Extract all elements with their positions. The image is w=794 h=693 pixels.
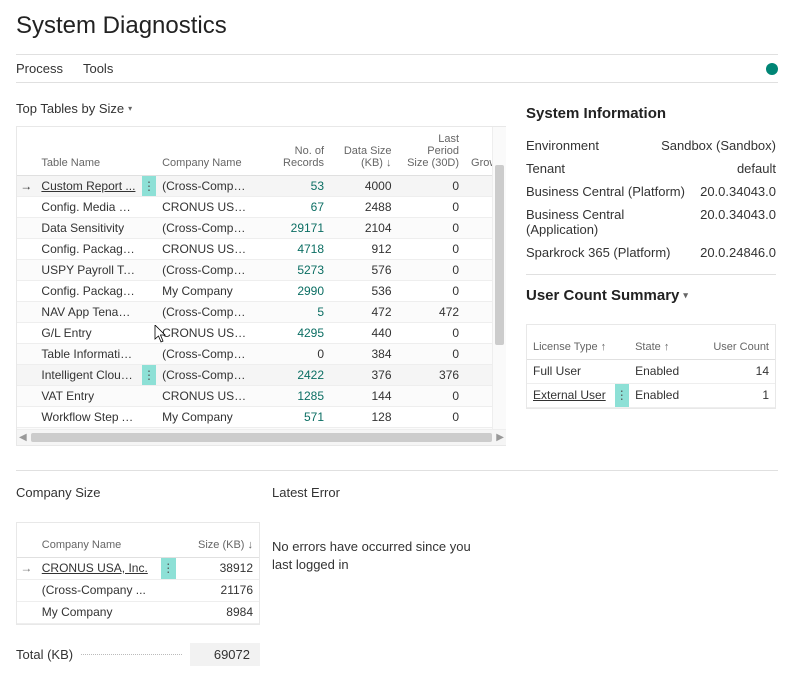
menubar: Process Tools: [16, 54, 778, 83]
row-context-menu[interactable]: [142, 323, 156, 344]
table-row[interactable]: Config. Package ...My Company29905360: [17, 281, 506, 302]
company-size-title: Company Size: [16, 485, 101, 500]
row-context-menu[interactable]: [142, 218, 156, 239]
col-state[interactable]: State ↑: [629, 325, 702, 359]
row-context-menu[interactable]: [142, 407, 156, 428]
row-context-menu[interactable]: [142, 344, 156, 365]
table-row[interactable]: Data Sensitivity(Cross-Company...2917121…: [17, 218, 506, 239]
total-label: Total (KB): [16, 647, 73, 662]
chevron-down-icon: ▾: [128, 104, 132, 113]
row-context-menu[interactable]: [142, 197, 156, 218]
info-row: Sparkrock 365 (Platform)20.0.24846.0: [526, 241, 776, 264]
row-context-menu[interactable]: ⋮: [142, 176, 156, 197]
col-table-name[interactable]: Table Name: [35, 127, 141, 176]
table-row[interactable]: Config. Package ...CRONUS USA, Inc.47189…: [17, 239, 506, 260]
table-row[interactable]: Table Informatio...(Cross-Company...0384…: [17, 344, 506, 365]
table-row[interactable]: Intelligent Cloud...⋮(Cross-Company...24…: [17, 365, 506, 386]
table-row[interactable]: Full UserEnabled14: [527, 359, 775, 383]
row-context-menu[interactable]: [142, 302, 156, 323]
table-row[interactable]: NAV App Tenant...(Cross-Company...547247…: [17, 302, 506, 323]
row-context-menu[interactable]: [142, 239, 156, 260]
top-tables-grid: Table Name Company Name No. of Records D…: [16, 126, 506, 446]
col-last-period[interactable]: Last Period Size (30D): [398, 127, 466, 176]
table-row[interactable]: USPY Payroll Tax...(Cross-Company...5273…: [17, 260, 506, 281]
col-user-count[interactable]: User Count: [702, 325, 775, 359]
row-context-menu[interactable]: [142, 281, 156, 302]
row-context-menu[interactable]: [161, 579, 176, 601]
table-row[interactable]: Config. Media B...CRONUS USA, Inc.672488…: [17, 197, 506, 218]
col-no-records[interactable]: No. of Records: [256, 127, 330, 176]
table-row[interactable]: External User⋮Enabled1: [527, 383, 775, 407]
total-value: 69072: [190, 643, 260, 666]
top-tables-header[interactable]: Top Tables by Size ▾: [16, 101, 132, 116]
table-row[interactable]: G/L EntryCRONUS USA, Inc.42954400: [17, 323, 506, 344]
table-row[interactable]: (Cross-Company ...21176: [17, 579, 259, 601]
latest-error-text: No errors have occurred since you last l…: [272, 538, 492, 574]
info-row: Business Central (Application)20.0.34043…: [526, 203, 776, 241]
top-tables-table: Table Name Company Name No. of Records D…: [17, 127, 506, 429]
company-size-grid: Company Name Size (KB) ↓ →CRONUS USA, In…: [16, 522, 260, 625]
row-context-menu[interactable]: [615, 359, 630, 383]
col-data-size[interactable]: Data Size (KB) ↓: [330, 127, 398, 176]
col-company-name[interactable]: Company Name: [156, 127, 256, 176]
vertical-scrollbar[interactable]: [492, 127, 506, 429]
col-license-type[interactable]: License Type ↑: [527, 325, 615, 359]
table-row[interactable]: Workflow Step A...My Company5711280: [17, 407, 506, 428]
row-context-menu[interactable]: [142, 260, 156, 281]
latest-error-title: Latest Error: [272, 485, 340, 500]
info-row: Tenantdefault: [526, 157, 776, 180]
info-icon[interactable]: [766, 63, 778, 75]
table-row[interactable]: My Company8984: [17, 601, 259, 623]
page-title: System Diagnostics: [16, 12, 778, 40]
menu-tools[interactable]: Tools: [83, 61, 113, 76]
user-count-grid: License Type ↑ State ↑ User Count Full U…: [526, 324, 776, 409]
col-company[interactable]: Company Name: [36, 523, 161, 557]
table-row[interactable]: VAT EntryCRONUS USA, Inc.12851440: [17, 386, 506, 407]
row-context-menu[interactable]: ⋮: [142, 365, 156, 386]
menu-process[interactable]: Process: [16, 61, 63, 76]
row-context-menu[interactable]: [142, 386, 156, 407]
col-size[interactable]: Size (KB) ↓: [176, 523, 259, 557]
info-row: EnvironmentSandbox (Sandbox): [526, 134, 776, 157]
table-row[interactable]: →Custom Report ...⋮(Cross-Company...5340…: [17, 176, 506, 197]
horizontal-scrollbar[interactable]: ◀▶: [17, 429, 506, 445]
row-context-menu[interactable]: ⋮: [161, 557, 176, 579]
row-context-menu[interactable]: ⋮: [615, 383, 630, 407]
table-row[interactable]: →CRONUS USA, Inc.⋮38912: [17, 557, 259, 579]
info-row: Business Central (Platform)20.0.34043.0: [526, 180, 776, 203]
chevron-down-icon: ▾: [683, 290, 688, 301]
row-context-menu[interactable]: [161, 601, 176, 623]
top-tables-header-label: Top Tables by Size: [16, 101, 124, 116]
system-information-title: System Information: [526, 105, 776, 122]
user-count-title: User Count Summary: [526, 287, 679, 304]
